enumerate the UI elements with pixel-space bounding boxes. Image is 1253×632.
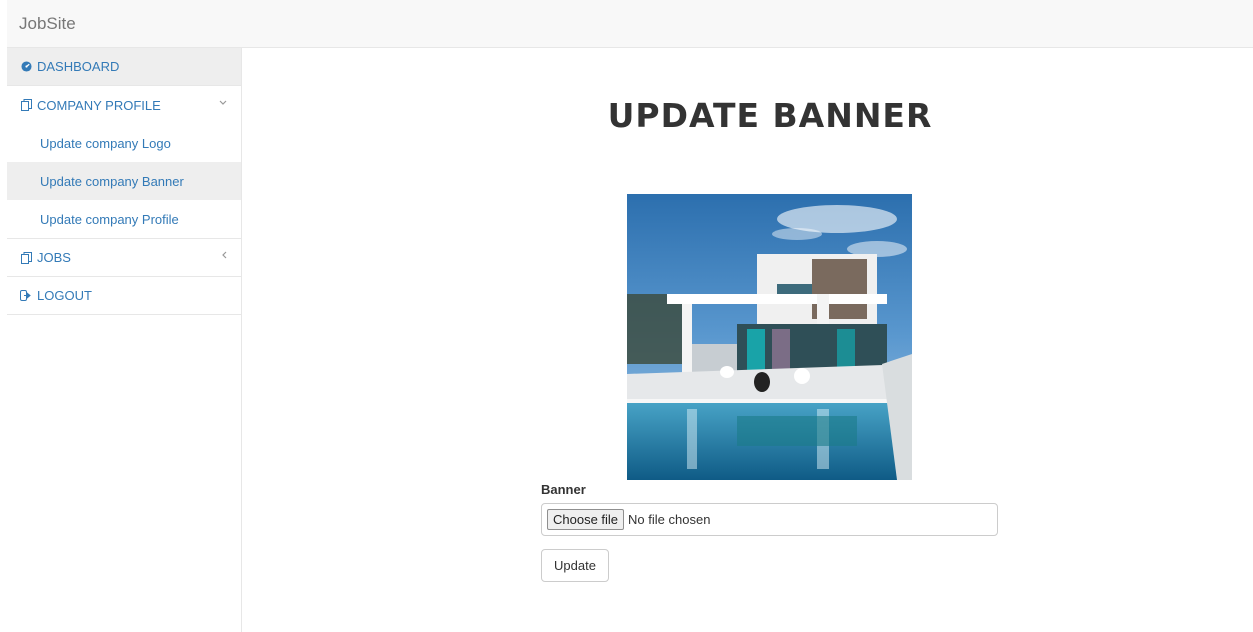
sidebar-item-update-banner[interactable]: Update company Banner — [7, 162, 241, 200]
file-status-text: No file chosen — [628, 512, 711, 527]
copy-icon — [19, 251, 33, 264]
copy-icon — [19, 99, 33, 111]
sidebar-item-update-profile[interactable]: Update company Profile — [7, 200, 241, 238]
banner-field-label: Banner — [541, 482, 586, 497]
choose-file-button[interactable]: Choose file — [547, 509, 625, 530]
sidebar: DASHBOARD COMPANY PROFILE Update company… — [7, 48, 242, 632]
banner-image — [627, 194, 912, 480]
submenu-label: Update company Profile — [40, 211, 179, 227]
chevron-down-icon — [219, 97, 227, 109]
sidebar-item-company-profile[interactable]: COMPANY PROFILE — [7, 86, 241, 124]
page-title: UPDATE BANNER — [607, 96, 933, 135]
banner-file-input[interactable]: Choose file No file chosen — [541, 503, 998, 536]
sidebar-item-label: JOBS — [37, 250, 71, 265]
top-navbar: JobSite — [7, 0, 1253, 48]
sidebar-item-label: COMPANY PROFILE — [37, 97, 161, 113]
sidebar-item-dashboard[interactable]: DASHBOARD — [7, 48, 241, 86]
submenu-label: Update company Banner — [40, 173, 184, 189]
sidebar-item-logout[interactable]: LOGOUT — [7, 277, 241, 315]
submenu-label: Update company Logo — [40, 135, 171, 151]
dashboard-icon — [19, 61, 33, 72]
sidebar-item-update-logo[interactable]: Update company Logo — [7, 124, 241, 162]
update-button[interactable]: Update — [541, 549, 609, 582]
sidebar-item-label: LOGOUT — [37, 288, 92, 303]
chevron-left-icon — [221, 250, 227, 262]
brand-link[interactable]: JobSite — [19, 14, 76, 34]
sidebar-item-jobs[interactable]: JOBS — [7, 239, 241, 277]
sidebar-item-label: DASHBOARD — [37, 59, 120, 74]
company-profile-submenu: Update company Logo Update company Banne… — [7, 124, 241, 239]
sign-out-icon — [19, 290, 33, 301]
